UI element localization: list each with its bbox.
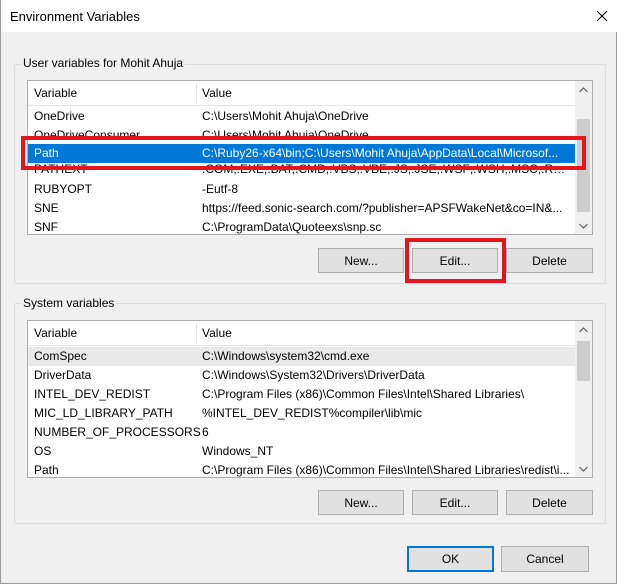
variable-name: DriverData <box>34 368 92 382</box>
variable-value: 6 <box>202 425 209 439</box>
vertical-scrollbar[interactable] <box>575 81 592 234</box>
chevron-up-icon <box>579 86 588 92</box>
system-delete-button[interactable]: Delete <box>506 490 593 515</box>
list-item[interactable]: Path C:\Program Files (x86)\Common Files… <box>28 461 577 477</box>
variable-name: Path <box>34 146 59 160</box>
chevron-down-icon <box>579 466 588 472</box>
column-header-variable[interactable]: Variable <box>28 321 77 345</box>
list-item[interactable]: ComSpec C:\Windows\system32\cmd.exe <box>28 347 577 366</box>
close-icon <box>596 10 608 22</box>
system-edit-button[interactable]: Edit... <box>412 490 498 515</box>
user-variables-list[interactable]: Variable Value OneDrive C:\Users\Mohit A… <box>27 80 593 235</box>
system-variables-label: System variables <box>21 296 117 310</box>
variable-value: Windows_NT <box>202 444 274 458</box>
variable-name: Path <box>34 463 59 477</box>
scroll-thumb[interactable] <box>577 341 590 381</box>
variable-value: C:\Users\Mohit Ahuja\OneDrive <box>202 128 369 140</box>
scroll-down-button[interactable] <box>575 217 592 234</box>
user-edit-button[interactable]: Edit... <box>412 248 498 273</box>
scroll-thumb[interactable] <box>577 119 590 212</box>
variable-name: OS <box>34 444 52 458</box>
variable-value: C:\Users\Mohit Ahuja\OneDrive <box>202 109 369 123</box>
scroll-down-button[interactable] <box>575 460 592 477</box>
list-item[interactable]: OS Windows_NT <box>28 442 577 461</box>
variable-value: https://feed.sonic-search.com/?publisher… <box>202 201 563 215</box>
list-item[interactable]: OneDrive C:\Users\Mohit Ahuja\OneDrive <box>28 107 577 126</box>
user-new-button[interactable]: New... <box>318 248 404 273</box>
variable-name: SNF <box>34 220 58 234</box>
variable-name: MIC_LD_LIBRARY_PATH <box>34 406 173 420</box>
variable-value: .COM;.EXE;.BAT;.CMD;.VBS;.VBE;.JS;.JSE;.… <box>202 164 572 176</box>
variable-value: C:\Program Files (x86)\Common Files\Inte… <box>202 463 570 477</box>
column-header-value[interactable]: Value <box>196 321 232 345</box>
list-item[interactable]: INTEL_DEV_REDIST C:\Program Files (x86)\… <box>28 385 577 404</box>
variable-value: C:\ProgramData\Quoteexs\snp.sc <box>202 220 382 234</box>
variable-value: C:\Windows\System32\Drivers\DriverData <box>202 368 425 382</box>
list-item[interactable]: RUBYOPT -Eutf-8 <box>28 180 577 199</box>
variable-name: SNE <box>34 201 59 215</box>
list-item-selected[interactable]: Path C:\Ruby26-x64\bin;C:\Users\Mohit Ah… <box>28 144 577 163</box>
window-title: Environment Variables <box>10 9 140 24</box>
variable-name: PATHEXT <box>34 164 88 176</box>
variable-value: %INTEL_DEV_REDIST%compiler\lib\mic <box>202 406 423 420</box>
variable-name: ComSpec <box>34 349 87 363</box>
list-item[interactable]: NUMBER_OF_PROCESSORS 6 <box>28 423 577 442</box>
variable-value: -Eutf-8 <box>202 182 239 196</box>
variable-value: C:\Ruby26-x64\bin;C:\Users\Mohit Ahuja\A… <box>202 146 559 160</box>
title-bar: Environment Variables <box>1 0 617 32</box>
user-variables-label: User variables for Mohit Ahuja <box>21 56 186 70</box>
column-header-value[interactable]: Value <box>196 81 232 105</box>
system-new-button[interactable]: New... <box>318 490 404 515</box>
list-item[interactable]: PATHEXT .COM;.EXE;.BAT;.CMD;.VBS;.VBE;.J… <box>28 164 577 178</box>
variable-name: NUMBER_OF_PROCESSORS <box>34 425 201 439</box>
variable-value: C:\Windows\system32\cmd.exe <box>202 349 370 363</box>
ok-button[interactable]: OK <box>407 546 494 572</box>
chevron-down-icon <box>579 223 588 229</box>
variable-value: C:\Program Files (x86)\Common Files\Inte… <box>202 387 525 401</box>
system-variables-list[interactable]: Variable Value ComSpec C:\Windows\system… <box>27 320 593 478</box>
list-header: Variable Value <box>28 321 577 346</box>
list-item[interactable]: MIC_LD_LIBRARY_PATH %INTEL_DEV_REDIST%co… <box>28 404 577 423</box>
list-item[interactable]: DriverData C:\Windows\System32\Drivers\D… <box>28 366 577 385</box>
list-header: Variable Value <box>28 81 577 106</box>
scroll-up-button[interactable] <box>575 81 592 98</box>
user-delete-button[interactable]: Delete <box>506 248 593 273</box>
variable-name: RUBYOPT <box>34 182 93 196</box>
variable-name: OneDriveConsumer <box>34 128 141 140</box>
list-item[interactable]: SNE https://feed.sonic-search.com/?publi… <box>28 199 577 218</box>
variable-name: INTEL_DEV_REDIST <box>34 387 151 401</box>
cancel-button[interactable]: Cancel <box>501 546 589 572</box>
close-button[interactable] <box>586 0 617 32</box>
scroll-up-button[interactable] <box>575 321 592 338</box>
environment-variables-dialog: Environment Variables User variables for… <box>0 0 617 584</box>
chevron-up-icon <box>579 326 588 332</box>
list-item[interactable]: SNF C:\ProgramData\Quoteexs\snp.sc <box>28 218 577 234</box>
variable-name: OneDrive <box>34 109 85 123</box>
column-header-variable[interactable]: Variable <box>28 81 77 105</box>
vertical-scrollbar[interactable] <box>575 321 592 477</box>
list-item[interactable]: OneDriveConsumer C:\Users\Mohit Ahuja\On… <box>28 126 577 140</box>
